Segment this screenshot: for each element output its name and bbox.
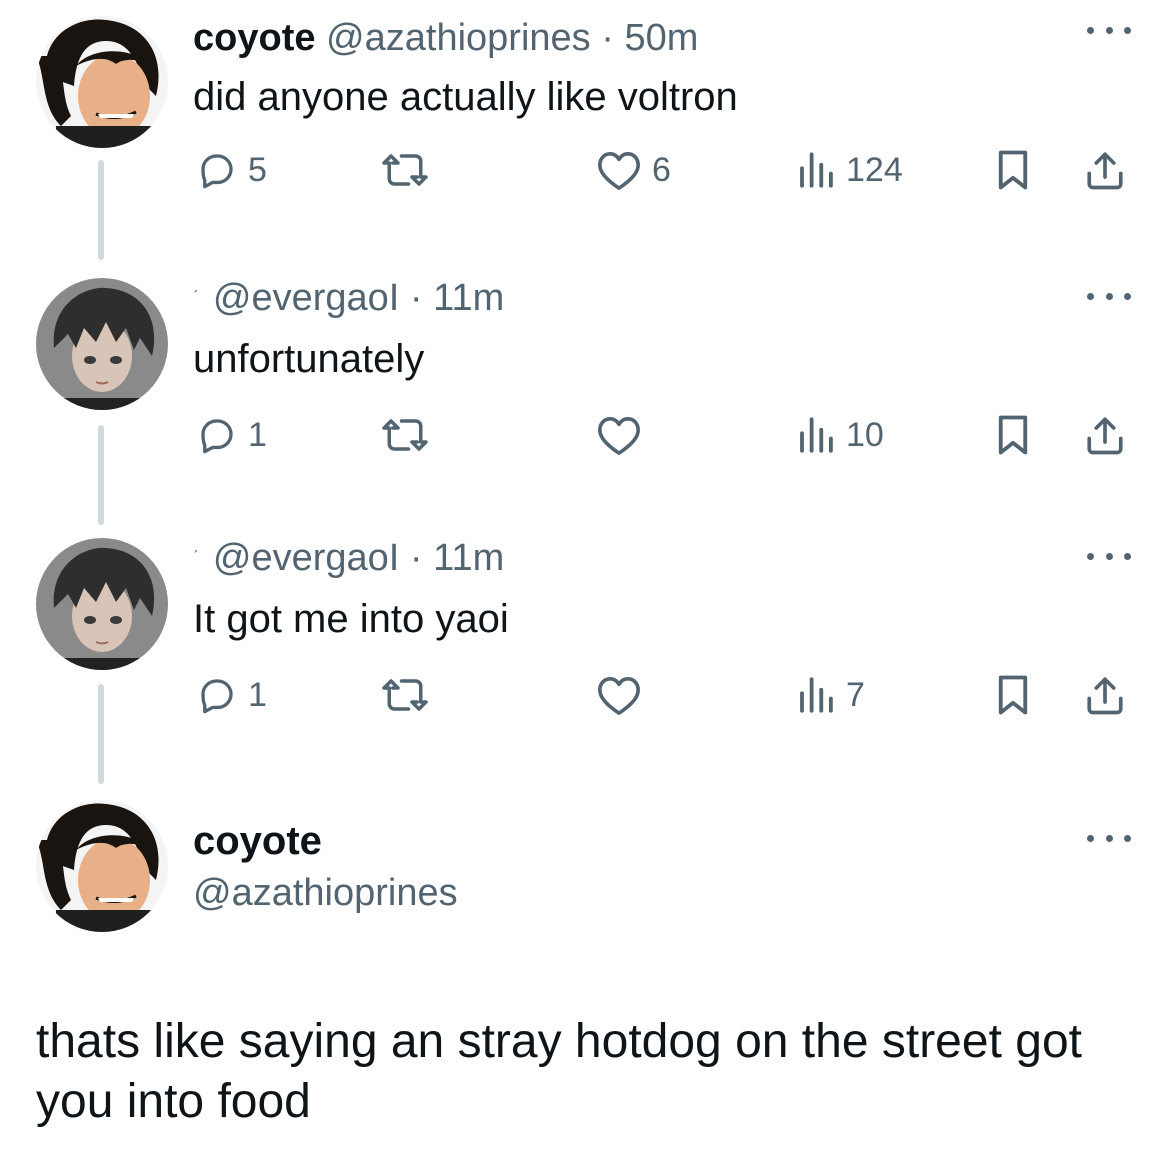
views-icon bbox=[800, 677, 833, 713]
views-count: 7 bbox=[846, 675, 865, 714]
bookmark-button[interactable] bbox=[995, 665, 1031, 725]
like-button[interactable]: 6 bbox=[596, 140, 671, 200]
retweet-button[interactable] bbox=[380, 140, 430, 200]
more-icon[interactable] bbox=[1087, 20, 1131, 40]
bookmark-icon bbox=[998, 415, 1028, 455]
like-button[interactable] bbox=[596, 405, 642, 465]
handle[interactable]: @evergaoI bbox=[213, 537, 399, 579]
reply-button[interactable]: 1 bbox=[196, 405, 267, 465]
retweet-icon bbox=[382, 419, 428, 451]
share-button[interactable] bbox=[1082, 140, 1128, 200]
share-icon bbox=[1087, 417, 1123, 455]
timestamp[interactable]: 11m bbox=[433, 537, 504, 579]
views-button[interactable]: 7 bbox=[796, 665, 865, 725]
heart-icon bbox=[598, 416, 640, 455]
reply-count: 1 bbox=[248, 675, 267, 714]
tweet[interactable]: coyote @azathioprines · 50m did anyone a… bbox=[0, 0, 1170, 240]
views-button[interactable]: 124 bbox=[796, 140, 903, 200]
separator: · bbox=[409, 537, 423, 579]
reply-icon bbox=[201, 419, 233, 454]
reply-icon bbox=[201, 154, 233, 189]
timestamp[interactable]: 50m bbox=[624, 17, 698, 59]
display-name[interactable]: coyote bbox=[193, 818, 322, 864]
retweet-button[interactable] bbox=[380, 665, 430, 725]
bookmark-icon bbox=[998, 150, 1028, 190]
action-bar: 1 10 bbox=[0, 405, 1170, 465]
display-name[interactable]: ˊ bbox=[193, 289, 198, 306]
bookmark-button[interactable] bbox=[995, 405, 1031, 465]
tweet-text: unfortunately bbox=[193, 337, 425, 381]
retweet-icon bbox=[382, 154, 428, 186]
like-count: 6 bbox=[652, 150, 671, 189]
views-count: 124 bbox=[846, 150, 903, 189]
retweet-button[interactable] bbox=[380, 405, 430, 465]
separator: · bbox=[601, 17, 614, 59]
more-icon[interactable] bbox=[1087, 546, 1131, 566]
tweet-text: It got me into yaoi bbox=[193, 597, 509, 641]
views-button[interactable]: 10 bbox=[796, 405, 884, 465]
avatar[interactable] bbox=[36, 800, 168, 932]
avatar[interactable] bbox=[36, 538, 168, 670]
tweet-header: ˊ @evergaoI · 11m bbox=[193, 276, 504, 320]
share-button[interactable] bbox=[1082, 665, 1128, 725]
timestamp[interactable]: 11m bbox=[433, 277, 504, 319]
tweet-text: thats like saying an stray hotdog on the… bbox=[36, 1015, 1082, 1128]
reply-count: 1 bbox=[248, 415, 267, 454]
reply-button[interactable]: 5 bbox=[196, 140, 267, 200]
share-button[interactable] bbox=[1082, 405, 1128, 465]
heart-icon bbox=[598, 151, 640, 190]
tweet-text: did anyone actually like voltron bbox=[193, 75, 738, 119]
tweet[interactable]: ˊ @evergaoI · 11m unfortunately 1 10 bbox=[0, 260, 1170, 500]
action-bar: 1 7 bbox=[0, 665, 1170, 725]
reply-icon bbox=[201, 679, 233, 714]
tweet[interactable]: ˊ @evergaoI · 11m It got me into yaoi 1 … bbox=[0, 520, 1170, 760]
reply-count: 5 bbox=[248, 150, 267, 189]
tweet-header: coyote @azathioprines · 50m bbox=[193, 16, 698, 60]
bookmark-button[interactable] bbox=[995, 140, 1031, 200]
avatar[interactable] bbox=[36, 278, 168, 410]
views-icon bbox=[800, 417, 833, 453]
avatar[interactable] bbox=[36, 16, 168, 148]
like-button[interactable] bbox=[596, 665, 642, 725]
share-icon bbox=[1087, 677, 1123, 715]
handle[interactable]: @azathioprines bbox=[326, 17, 591, 59]
action-bar: 5 6 124 bbox=[0, 140, 1170, 200]
handle[interactable]: @azathioprines bbox=[193, 870, 458, 916]
display-name[interactable]: coyote bbox=[193, 17, 315, 59]
views-count: 10 bbox=[846, 415, 884, 454]
reply-button[interactable]: 1 bbox=[196, 665, 267, 725]
display-name[interactable]: ˊ bbox=[193, 549, 198, 566]
tweet-header: ˊ @evergaoI · 11m bbox=[193, 536, 504, 580]
more-icon[interactable] bbox=[1087, 286, 1131, 306]
share-icon bbox=[1087, 152, 1123, 190]
views-icon bbox=[800, 152, 833, 188]
handle[interactable]: @evergaoI bbox=[213, 277, 399, 319]
more-icon[interactable] bbox=[1087, 828, 1131, 848]
heart-icon bbox=[598, 676, 640, 715]
separator: · bbox=[409, 277, 423, 319]
retweet-icon bbox=[382, 679, 428, 711]
bookmark-icon bbox=[998, 675, 1028, 715]
